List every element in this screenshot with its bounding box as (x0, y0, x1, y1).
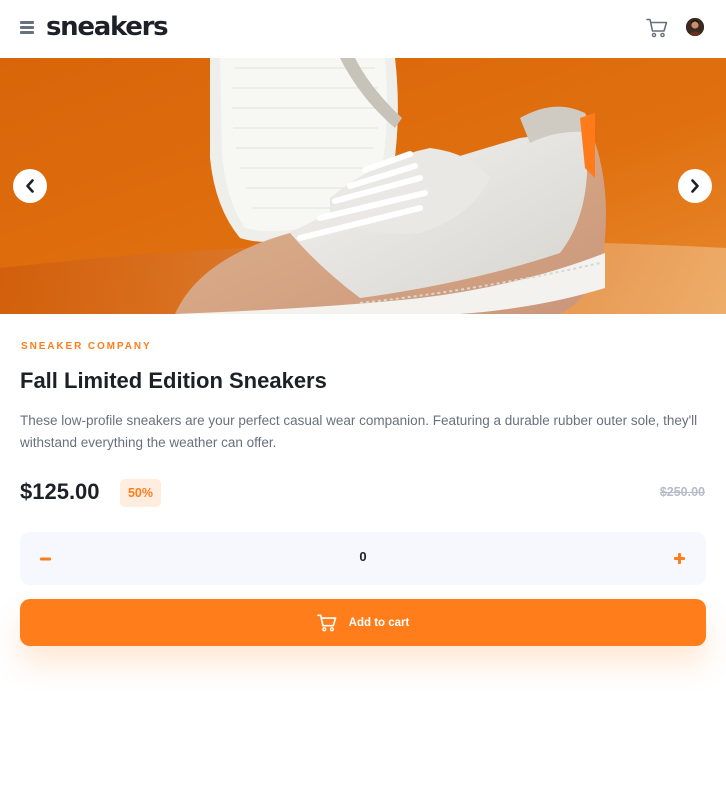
discount-badge: 50% (120, 479, 161, 507)
quantity-increase-button[interactable] (654, 532, 704, 585)
quantity-stepper: 0 (20, 532, 706, 585)
site-header: sneakers (0, 0, 726, 58)
cart-icon[interactable] (646, 18, 668, 38)
product-carousel (0, 58, 726, 314)
add-to-cart-label: Add to cart (348, 616, 410, 629)
plus-icon (673, 553, 685, 564)
hamburger-menu-icon[interactable] (20, 21, 34, 34)
chevron-right-icon (691, 179, 699, 193)
product-image (0, 58, 726, 314)
carousel-next-button[interactable] (678, 169, 712, 203)
carousel-prev-button[interactable] (13, 169, 47, 203)
company-name: Sneaker Company (21, 341, 152, 352)
product-title: Fall Limited Edition Sneakers (20, 368, 327, 393)
user-avatar[interactable] (686, 18, 704, 36)
quantity-value[interactable]: 0 (20, 549, 706, 564)
add-to-cart-button[interactable]: Add to cart (20, 599, 706, 646)
cart-icon (316, 614, 337, 632)
chevron-left-icon (26, 179, 34, 193)
original-price: $250.00 (659, 485, 705, 499)
brand-logo[interactable]: sneakers (46, 10, 169, 44)
product-description: These low-profile sneakers are your perf… (20, 413, 698, 450)
current-price: $125.00 (20, 479, 100, 504)
